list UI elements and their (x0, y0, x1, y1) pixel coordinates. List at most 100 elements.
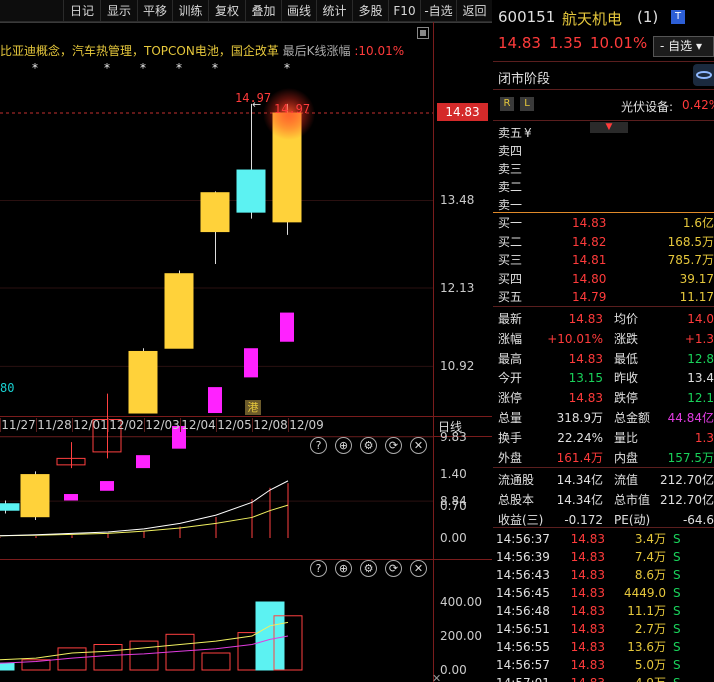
orderbook-buy-row: 买一 14.83 1.6亿 (493, 214, 714, 232)
overlay-bar (100, 481, 114, 491)
tick-row: 14:56:43 14.83 8.6万 S (493, 566, 714, 584)
watchlist-button[interactable]: - 自选 ▾ (653, 36, 714, 57)
fundamental-v2: 212.70亿 (660, 492, 714, 507)
candle-body (20, 474, 50, 518)
stage-toggle-icon[interactable] (693, 64, 714, 86)
tick-vol: 13.6万 (627, 640, 666, 654)
orderbook-sell-row: 卖二 (493, 178, 714, 196)
last-kline-value: :10.01% (354, 44, 405, 58)
tick-row: 14:56:55 14.83 13.6万 S (493, 638, 714, 656)
stat-v1: 14.83 (568, 312, 603, 326)
concept-text: 比亚迪概念，汽车热管理，TOPCON电池，国企改革 (0, 44, 279, 58)
fundamental-l2: 总市值 (614, 492, 651, 507)
orderbook-sell-row: 卖三 (493, 160, 714, 178)
low-marker: 80 (0, 381, 15, 395)
indicator2-help-icon[interactable]: ? (310, 560, 327, 577)
orderbook-label: 买二 (498, 234, 523, 249)
fundamental-row: 总股本 14.34亿 总市值 212.70亿 (493, 491, 714, 509)
orderbook-label: 卖五 (498, 126, 523, 140)
event-star[interactable]: * (140, 61, 146, 75)
l-badge[interactable]: L (520, 97, 534, 111)
quote-panel: 600151 航天机电 (1) T 14.83 1.35 10.01% - 自选… (493, 0, 714, 682)
orderbook-vol: 39.17 (679, 271, 714, 286)
indicator2-refresh-icon[interactable]: ⟳ (385, 560, 402, 577)
stat-row: 涨幅 +10.01% 涨跌 +1.3 (493, 330, 714, 348)
indicator1-help-icon[interactable]: ? (310, 437, 327, 454)
tick-vol: 11.1万 (627, 604, 666, 618)
tick-row: 14:56:45 14.83 4449.0 S (493, 584, 714, 602)
tick-price: 14.83 (570, 640, 605, 654)
tick-vol: 5.0万 (634, 658, 666, 672)
overlay-bar (136, 455, 150, 469)
panel-close-icon[interactable]: ✕ (432, 672, 441, 682)
sector-pct: 0.42% (682, 98, 714, 112)
fundamental-l1: 总股本 (498, 492, 535, 507)
stat-v2: 13.4 (687, 371, 714, 386)
indicator2-tick: 200.00 (440, 629, 482, 643)
tick-side: S (673, 640, 681, 654)
stat-v2: 44.84亿 (667, 411, 714, 425)
stat-l1: 涨停 (498, 391, 523, 406)
stat-v1: 14.83 (568, 351, 603, 366)
indicator1-refresh-icon[interactable]: ⟳ (385, 437, 402, 454)
indicator2-tick: 0.00 (440, 663, 467, 677)
overlay-bar (280, 312, 294, 342)
stat-row: 外盘 161.4万 内盘 157.5万 (493, 449, 714, 467)
collapse-panel-button[interactable] (417, 27, 429, 39)
date-label: 12/02 (108, 418, 144, 432)
tick-vol: 7.4万 (634, 550, 666, 564)
tick-time: 14:56:43 (496, 568, 550, 582)
currency-icon: ¥ (524, 126, 532, 140)
overlay-bar (64, 494, 78, 501)
stat-v1: 161.4万 (556, 450, 603, 465)
date-label: 12/05 (216, 418, 252, 432)
t-badge[interactable]: T (671, 10, 685, 24)
indicator2-zoom-in-icon[interactable]: ⊕ (335, 560, 352, 577)
stat-l1: 外盘 (498, 450, 523, 465)
stat-l2: 内盘 (614, 450, 639, 465)
r-badge[interactable]: R (500, 97, 514, 111)
stat-l1: 今开 (498, 371, 523, 386)
stat-l2: 均价 (614, 312, 639, 326)
event-star[interactable]: * (212, 61, 218, 75)
orderbook-label: 卖二 (498, 180, 523, 194)
tick-side: S (673, 550, 681, 564)
tick-price: 14.83 (570, 550, 605, 564)
high-marker-2: 14.97 (274, 102, 311, 116)
indicator2-close-icon[interactable]: ✕ (410, 560, 427, 577)
market-stage: 闭市阶段 (498, 72, 551, 87)
stat-v1: 318.9万 (556, 411, 603, 425)
indicator2-settings-icon[interactable]: ⚙ (360, 560, 377, 577)
stock-name: 航天机电 (562, 10, 623, 28)
fundamental-l2: 流值 (614, 473, 639, 487)
candle-body (236, 169, 266, 213)
fundamental-row: 收益(三) -0.172 PE(动) -64.6 (493, 511, 714, 529)
current-price-tag: 14.83 (437, 103, 488, 121)
dropdown-icon: ▾ (692, 39, 702, 53)
event-star[interactable]: * (32, 61, 38, 75)
event-star[interactable]: * (284, 61, 290, 75)
candle-body (200, 192, 230, 233)
tick-price: 14.83 (570, 586, 605, 600)
event-star[interactable]: * (104, 61, 110, 75)
stat-v1: 13.15 (568, 371, 603, 386)
date-label: 12/04 (180, 418, 216, 432)
stat-row: 总量 318.9万 总金额 44.84亿 (493, 409, 714, 427)
stat-row: 换手 22.24% 量比 1.3 (493, 429, 714, 447)
orderbook-label: 买四 (498, 271, 523, 286)
orderbook-label: 买一 (498, 216, 523, 230)
indicator1-settings-icon[interactable]: ⚙ (360, 437, 377, 454)
tick-side: S (673, 532, 681, 546)
indicator1-zoom-in-icon[interactable]: ⊕ (335, 437, 352, 454)
stat-l2: 昨收 (614, 371, 639, 386)
tick-time: 14:56:39 (496, 550, 550, 564)
orderbook-buy-row: 买五 14.79 11.17 (493, 288, 714, 306)
tick-vol: 4449.0 (624, 586, 666, 600)
tick-row: 14:56:57 14.83 5.0万 S (493, 656, 714, 674)
stat-v2: 12.8 (687, 351, 714, 366)
tick-price: 14.83 (570, 658, 605, 672)
event-star[interactable]: * (176, 61, 182, 75)
volume-bar (255, 601, 285, 671)
indicator1-close-icon[interactable]: ✕ (410, 437, 427, 454)
orderbook-buy-row: 买四 14.80 39.17 (493, 270, 714, 288)
